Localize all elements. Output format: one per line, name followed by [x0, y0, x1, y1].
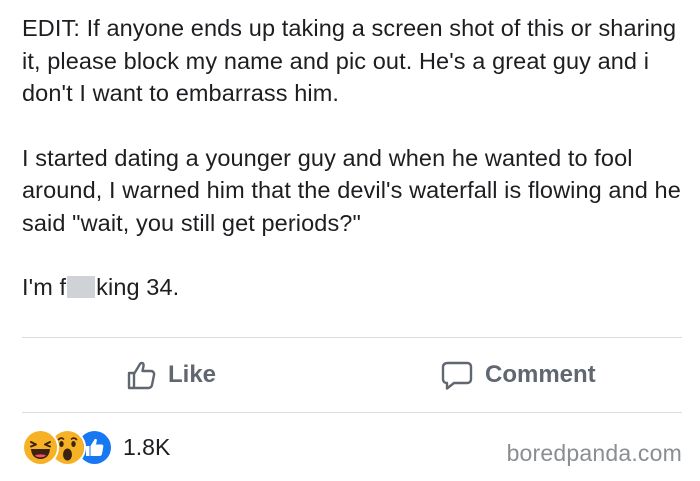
comment-label: Comment — [485, 361, 596, 388]
watermark: boredpanda.com — [506, 440, 682, 466]
divider-top — [22, 337, 682, 338]
censor-block — [67, 276, 96, 298]
comment-button[interactable]: Comment — [440, 351, 596, 399]
post-paragraph-age: I'm f king 34. — [22, 271, 687, 304]
post-paragraph-story: I started dating a younger guy and when … — [22, 144, 681, 236]
post-paragraph-edit: EDIT: If anyone ends up taking a screen … — [22, 15, 677, 106]
reactions-summary[interactable]: 1.8K — [22, 428, 170, 466]
haha-reaction-icon — [22, 428, 59, 466]
like-label: Like — [168, 361, 217, 388]
age-line-suffix: king 34. — [96, 274, 180, 300]
reaction-count: 1.8K — [123, 433, 171, 460]
speech-bubble-icon — [440, 359, 474, 391]
post-body: EDIT: If anyone ends up taking a screen … — [22, 12, 687, 304]
divider-bottom — [22, 412, 682, 413]
like-button[interactable]: Like — [125, 351, 216, 399]
thumbs-up-icon — [125, 359, 157, 391]
age-line-prefix: I'm f — [22, 274, 67, 300]
